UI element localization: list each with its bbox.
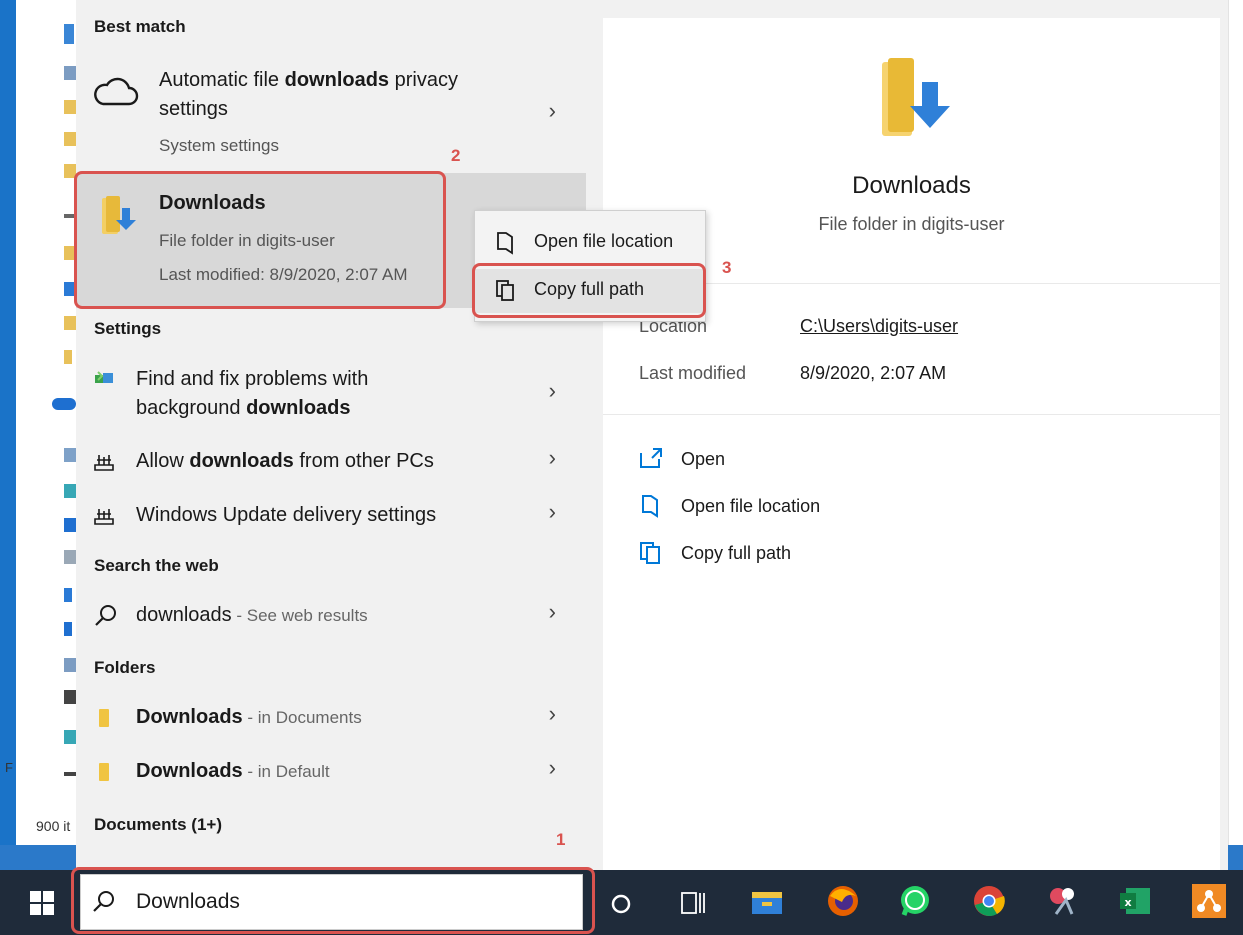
result-title: Automatic file — [159, 69, 285, 91]
result-web-search[interactable]: downloads - See web results › — [76, 599, 586, 641]
web-query: downloads — [136, 604, 232, 626]
app-icon[interactable] — [1192, 884, 1226, 918]
preview-action-open-file-location[interactable]: Open file location — [639, 494, 879, 524]
web-hint: - See web results — [231, 606, 368, 625]
action-label: Copy full path — [681, 543, 792, 563]
folder-location-icon — [497, 232, 513, 255]
cortana-icon[interactable] — [610, 893, 632, 915]
excel-icon[interactable]: x — [1118, 884, 1152, 918]
delivery-icon — [94, 509, 114, 525]
result-title-highlight: downloads — [246, 397, 351, 419]
result-find-fix-background-downloads[interactable]: Find and fix problems with background do… — [76, 360, 586, 430]
folder-hint: - in Default — [242, 762, 330, 781]
action-label: Open file location — [681, 496, 821, 516]
delivery-icon — [94, 455, 114, 471]
folder-icon — [99, 709, 109, 727]
preview-location-link[interactable]: C:\Users\digits-user — [800, 316, 958, 337]
onedrive-icon — [52, 398, 76, 410]
section-header-folders: Folders — [94, 658, 156, 677]
chrome-icon[interactable] — [972, 884, 1006, 918]
result-automatic-file-downloads-privacy[interactable]: Automatic file downloads privacy setting… — [76, 60, 586, 172]
troubleshoot-icon — [95, 371, 113, 383]
preview-modified-value: 8/9/2020, 2:07 AM — [800, 363, 947, 383]
annotation-box-3 — [472, 263, 706, 318]
open-icon — [640, 448, 662, 468]
annotation-number: 3 — [722, 258, 732, 277]
file-explorer-icon[interactable] — [750, 884, 784, 918]
background-text-fragment: F — [5, 760, 13, 775]
search-icon — [95, 605, 116, 626]
context-menu-open-file-location[interactable]: Open file location — [475, 221, 705, 265]
preview-modified-label: Last modified — [639, 363, 747, 383]
result-title: privacy — [389, 69, 458, 91]
divider — [603, 414, 1220, 415]
background-status-text: 900 it — [36, 818, 71, 834]
section-header-search-web: Search the web — [94, 556, 219, 575]
svg-text:x: x — [1124, 896, 1131, 909]
folder-name: Downloads — [136, 706, 243, 728]
result-title: background — [136, 397, 247, 419]
section-header-best-match: Best match — [94, 17, 186, 36]
task-view-icon[interactable] — [680, 891, 706, 915]
chevron-right-icon[interactable]: › — [549, 701, 556, 727]
result-folder-downloads-default[interactable]: Downloads - in Default › — [76, 755, 586, 797]
folder-icon — [64, 350, 72, 364]
result-title-highlight: downloads — [284, 69, 390, 91]
action-label: Open — [681, 449, 726, 469]
preview-action-copy-full-path[interactable]: Copy full path — [639, 541, 879, 571]
result-title-line2: settings — [159, 98, 228, 120]
chevron-right-icon[interactable]: › — [549, 755, 556, 781]
section-header-settings: Settings — [94, 319, 162, 338]
section-header-documents[interactable]: Documents (1+) — [94, 815, 222, 835]
snipping-tool-icon[interactable] — [1046, 884, 1080, 918]
context-menu-label: Open file location — [534, 231, 674, 251]
chevron-right-icon[interactable]: › — [549, 98, 556, 124]
annotation-number: 2 — [451, 146, 461, 165]
background-desktop-strip — [0, 0, 16, 870]
background-window-edge — [1228, 0, 1243, 870]
annotation-box-1 — [71, 867, 595, 934]
whatsapp-icon[interactable] — [898, 884, 932, 918]
result-subtitle: System settings — [159, 136, 279, 155]
folder-icon — [99, 763, 109, 781]
chevron-right-icon[interactable]: › — [549, 499, 556, 525]
chevron-right-icon[interactable]: › — [549, 445, 556, 471]
annotation-box-2 — [74, 171, 446, 309]
preview-card — [603, 18, 1220, 870]
chevron-right-icon[interactable]: › — [549, 599, 556, 625]
result-allow-downloads-other-pcs[interactable]: Allow downloads from other PCs › — [76, 445, 586, 487]
annotation-number: 1 — [556, 830, 566, 849]
background-desktop-strip — [0, 845, 80, 871]
folder-location-icon — [642, 495, 658, 518]
windows-start-icon[interactable] — [30, 891, 54, 915]
result-title: Windows Update delivery settings — [136, 504, 437, 526]
file-icon — [64, 24, 74, 44]
result-windows-update-delivery-settings[interactable]: Windows Update delivery settings › — [76, 499, 586, 541]
copy-path-icon — [640, 542, 660, 564]
preview-title: Downloads — [852, 172, 971, 199]
result-title: from other PCs — [293, 450, 434, 472]
result-folder-downloads-documents[interactable]: Downloads - in Documents › — [76, 701, 586, 743]
firefox-icon[interactable] — [826, 884, 860, 918]
result-title: Find and fix problems with — [136, 368, 369, 390]
downloads-icon — [64, 588, 72, 602]
downloads-folder-large-icon — [882, 58, 950, 136]
chevron-right-icon[interactable]: › — [549, 378, 556, 404]
music-icon — [64, 622, 72, 636]
cloud-icon — [94, 77, 139, 106]
folder-hint: - in Documents — [242, 708, 362, 727]
result-title: Allow — [136, 450, 190, 472]
folder-name: Downloads — [136, 760, 243, 782]
result-title-highlight: downloads — [189, 450, 294, 472]
preview-action-open[interactable]: Open — [639, 447, 879, 477]
